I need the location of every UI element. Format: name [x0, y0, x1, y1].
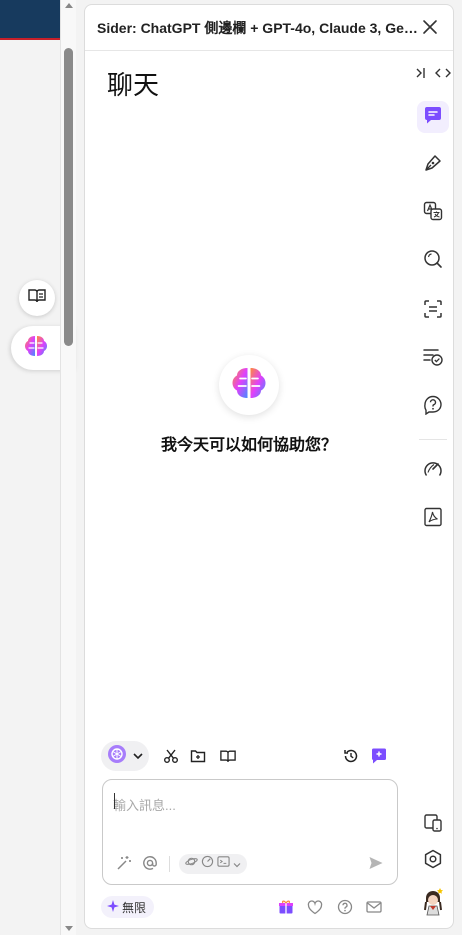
- sparkle-icon: [107, 899, 119, 915]
- scroll-down-arrow-icon[interactable]: [65, 926, 73, 931]
- chat-area: 聊天 我今天可以如何協助您？ 輸入訊息... 無限: [89, 55, 409, 927]
- pdf-icon: [423, 507, 443, 532]
- rail-divider: [419, 439, 447, 440]
- page-background: [0, 0, 62, 935]
- speedometer-icon: [423, 459, 443, 484]
- sider-logo: [219, 355, 279, 415]
- terminal-icon: [217, 855, 230, 873]
- mention-icon[interactable]: [141, 854, 159, 872]
- panel-header: Sider: ChatGPT 側邊欄 + GPT-4o, Claude 3, G…: [85, 5, 453, 51]
- message-input[interactable]: [113, 790, 383, 820]
- planet-icon: [185, 855, 198, 873]
- rail-devices-button[interactable]: [417, 809, 449, 841]
- rail-ask-button[interactable]: [417, 391, 449, 423]
- anime-avatar-icon: [420, 886, 446, 921]
- rail-search-button[interactable]: [417, 245, 449, 277]
- grammar-check-icon: [422, 347, 444, 372]
- text-caret: [114, 793, 115, 809]
- collapse-panel-icon[interactable]: [415, 67, 429, 83]
- rail-ocr-button[interactable]: [417, 295, 449, 327]
- panel-title: Sider: ChatGPT 側邊欄 + GPT-4o, Claude 3, G…: [97, 19, 419, 36]
- user-avatar[interactable]: [417, 887, 449, 919]
- rail-settings-button[interactable]: [417, 845, 449, 877]
- book-icon[interactable]: [218, 746, 238, 766]
- rail-grammar-button[interactable]: [417, 343, 449, 375]
- rail-pdf-button[interactable]: [417, 503, 449, 535]
- rail-translate-button[interactable]: [417, 197, 449, 229]
- chat-toolbar: [101, 741, 401, 771]
- help-icon[interactable]: [336, 898, 354, 916]
- send-icon[interactable]: [367, 854, 385, 872]
- settings-icon: [423, 849, 443, 874]
- sider-side-panel: Sider: ChatGPT 側邊欄 + GPT-4o, Claude 3, G…: [84, 4, 454, 929]
- speedometer-small-icon: [201, 855, 214, 873]
- input-divider: [169, 856, 170, 872]
- ocr-scan-icon: [423, 299, 443, 324]
- write-icon: [423, 153, 443, 178]
- sider-brain-icon: [23, 334, 49, 363]
- welcome-message: 我今天可以如何協助您？: [160, 437, 337, 454]
- quota-label: 無限: [122, 900, 147, 915]
- rail-write-button[interactable]: [417, 149, 449, 181]
- help-question-icon: [423, 395, 443, 420]
- page-scrollbar[interactable]: [60, 0, 76, 935]
- model-selector[interactable]: [101, 741, 149, 771]
- scissors-icon[interactable]: [161, 746, 181, 766]
- reader-mode-button[interactable]: [19, 280, 55, 316]
- book-open-icon: [28, 288, 46, 309]
- scroll-up-arrow-icon[interactable]: [65, 3, 73, 8]
- quota-badge[interactable]: 無限: [101, 896, 155, 918]
- chat-title: 聊天: [107, 70, 160, 100]
- new-chat-icon[interactable]: [369, 746, 389, 766]
- chat-icon: [423, 105, 443, 130]
- gift-icon[interactable]: [277, 898, 295, 916]
- mail-icon[interactable]: [365, 898, 383, 916]
- translate-icon: [423, 201, 443, 226]
- chevron-down-icon: [133, 747, 143, 765]
- message-input-box[interactable]: [102, 779, 398, 885]
- history-icon[interactable]: [341, 746, 361, 766]
- add-folder-icon[interactable]: [188, 746, 208, 766]
- magic-wand-icon[interactable]: [115, 854, 133, 872]
- tools-selector[interactable]: [179, 854, 247, 874]
- sider-brain-icon: [229, 365, 269, 406]
- rail-chat-button[interactable]: [417, 101, 449, 133]
- rail-performance-button[interactable]: [417, 455, 449, 487]
- search-icon: [423, 249, 443, 274]
- chat-footer: 無限: [101, 895, 401, 919]
- heart-icon[interactable]: [306, 898, 324, 916]
- close-icon[interactable]: [421, 18, 439, 36]
- scrollbar-thumb[interactable]: [64, 48, 73, 346]
- expand-panel-icon[interactable]: [435, 67, 451, 83]
- panel-toggles: [415, 67, 451, 83]
- tools-rail: [413, 59, 453, 927]
- page-header-strip: [0, 0, 62, 40]
- openai-model-icon: [107, 744, 127, 769]
- devices-icon: [423, 813, 443, 838]
- chevron-down-icon: [233, 855, 241, 873]
